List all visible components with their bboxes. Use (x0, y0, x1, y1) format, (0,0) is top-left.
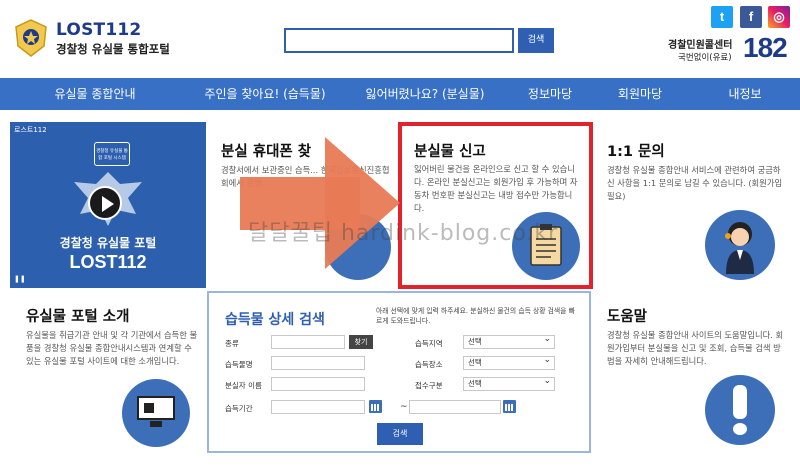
header: LOST112 경찰청 유실물 통합포털 검색 t f ◎ 경찰민원콜센터 국번… (0, 0, 800, 76)
pause-icon[interactable]: ❚❚ (14, 275, 26, 283)
red-arrow-head (325, 137, 400, 269)
nav-item-myinfo[interactable]: 내정보 (690, 78, 800, 110)
card-desc: 유실물을 취급기관 안내 및 각 기관에서 습득한 물품을 경찰청 유실물 종합… (26, 330, 198, 366)
label-item-name: 습득물명 (225, 360, 253, 369)
card-desc: 경찰청 유실물 종합안내 사이트의 도움말입니다. 회원가입부터 분실물을 신고… (607, 330, 784, 366)
category-input[interactable] (271, 335, 345, 349)
video-label: 로스트112 (14, 126, 47, 134)
card-title: 분실 휴대폰 찾 (221, 144, 312, 160)
search-button[interactable]: 검색 (518, 28, 554, 53)
play-button[interactable] (88, 186, 122, 220)
receipt-select[interactable]: 선택 (463, 375, 555, 391)
region-select[interactable]: 선택 (463, 333, 555, 349)
label-period: 습득기간 (225, 404, 253, 413)
brand-name[interactable]: LOST112 (56, 20, 141, 40)
highlight-box (398, 122, 593, 289)
label-region: 습득지역 (415, 339, 443, 348)
video-badge: 경찰청 유실물 통합 포털 시스템 (94, 142, 130, 166)
calendar-icon[interactable] (369, 400, 382, 413)
end-date-input[interactable] (409, 400, 501, 414)
video-brand: LOST112 (69, 252, 147, 272)
card-portal-intro[interactable]: 유실물 포털 소개 유실물을 취급기관 안내 및 각 기관에서 습득한 물품을 … (10, 291, 206, 453)
exclamation-dot (733, 423, 747, 435)
card-desc: 경찰청 유실물 종합안내 서비스에 관련하여 궁금하신 사항을 1:1 문의로 … (607, 165, 783, 201)
video-title: 경찰청 유실물 포털 (59, 236, 157, 250)
label-category: 종류 (225, 339, 239, 348)
owner-name-input[interactable] (271, 377, 365, 391)
promo-video[interactable]: 로스트112 경찰청 유실물 통합 포털 시스템 경찰청 유실물 포털 LOST… (10, 122, 206, 288)
instagram-icon[interactable]: ◎ (768, 6, 790, 28)
brand-subtitle[interactable]: 경찰청 유실물 통합포털 (56, 41, 170, 57)
nav-item-found[interactable]: 주인을 찾아요! (습득물) (190, 78, 340, 110)
call-center-sub: 국번없이(유료) (678, 53, 732, 63)
card-inquiry[interactable]: 1:1 문의 경찰청 유실물 종합안내 서비스에 관련하여 궁금하신 사항을 1… (595, 122, 790, 289)
search-input[interactable] (284, 28, 514, 53)
label-owner-name: 분실자 이름 (225, 381, 262, 390)
police-emblem-icon[interactable] (12, 18, 50, 58)
watermark: 달달꿀팁 hardink-blog.co.kr (248, 221, 559, 246)
found-item-search-panel: 습득물 상세 검색 아래 선택에 맞게 입력 하주세요. 분실하신 물건의 습득… (207, 291, 591, 453)
card-title: 유실물 포털 소개 (26, 309, 130, 325)
exclamation-icon (733, 385, 747, 419)
calendar-icon[interactable] (503, 400, 516, 413)
main-nav: 유실물 종합안내 주인을 찾아요! (습득물) 잃어버렸나요? (분실물) 정보… (0, 78, 800, 110)
find-button[interactable]: 찾기 (349, 335, 373, 349)
period-separator: ~ (400, 402, 408, 412)
card-help[interactable]: 도움말 경찰청 유실물 종합안내 사이트의 도움말입니다. 회원가입부터 분실물… (595, 291, 790, 453)
panel-note: 아래 선택에 맞게 입력 하주세요. 분실하신 물건의 습득 상황 검색을 빠르… (376, 307, 575, 325)
panel-search-button[interactable]: 검색 (377, 423, 423, 445)
label-receipt: 접수구분 (415, 381, 443, 390)
place-select[interactable]: 선택 (463, 354, 555, 370)
nav-item-lost[interactable]: 잃어버렸나요? (분실물) (340, 78, 510, 110)
call-center-number: 182 (743, 32, 788, 63)
start-date-input[interactable] (271, 400, 365, 414)
card-title: 1:1 문의 (607, 144, 665, 160)
item-name-input[interactable] (271, 356, 365, 370)
panel-title: 습득물 상세 검색 (225, 312, 325, 328)
nav-item-info[interactable]: 정보마당 (510, 78, 590, 110)
call-center-label: 경찰민원콜센터 (668, 40, 733, 51)
twitter-icon[interactable]: t (711, 6, 733, 28)
label-place: 습득장소 (415, 360, 443, 369)
card-title: 도움말 (607, 309, 648, 325)
nav-item-guide[interactable]: 유실물 종합안내 (0, 78, 190, 110)
facebook-icon[interactable]: f (740, 6, 762, 28)
monitor-icon (137, 396, 175, 427)
nav-item-member[interactable]: 회원마당 (590, 78, 690, 110)
support-agent-icon (725, 222, 754, 274)
